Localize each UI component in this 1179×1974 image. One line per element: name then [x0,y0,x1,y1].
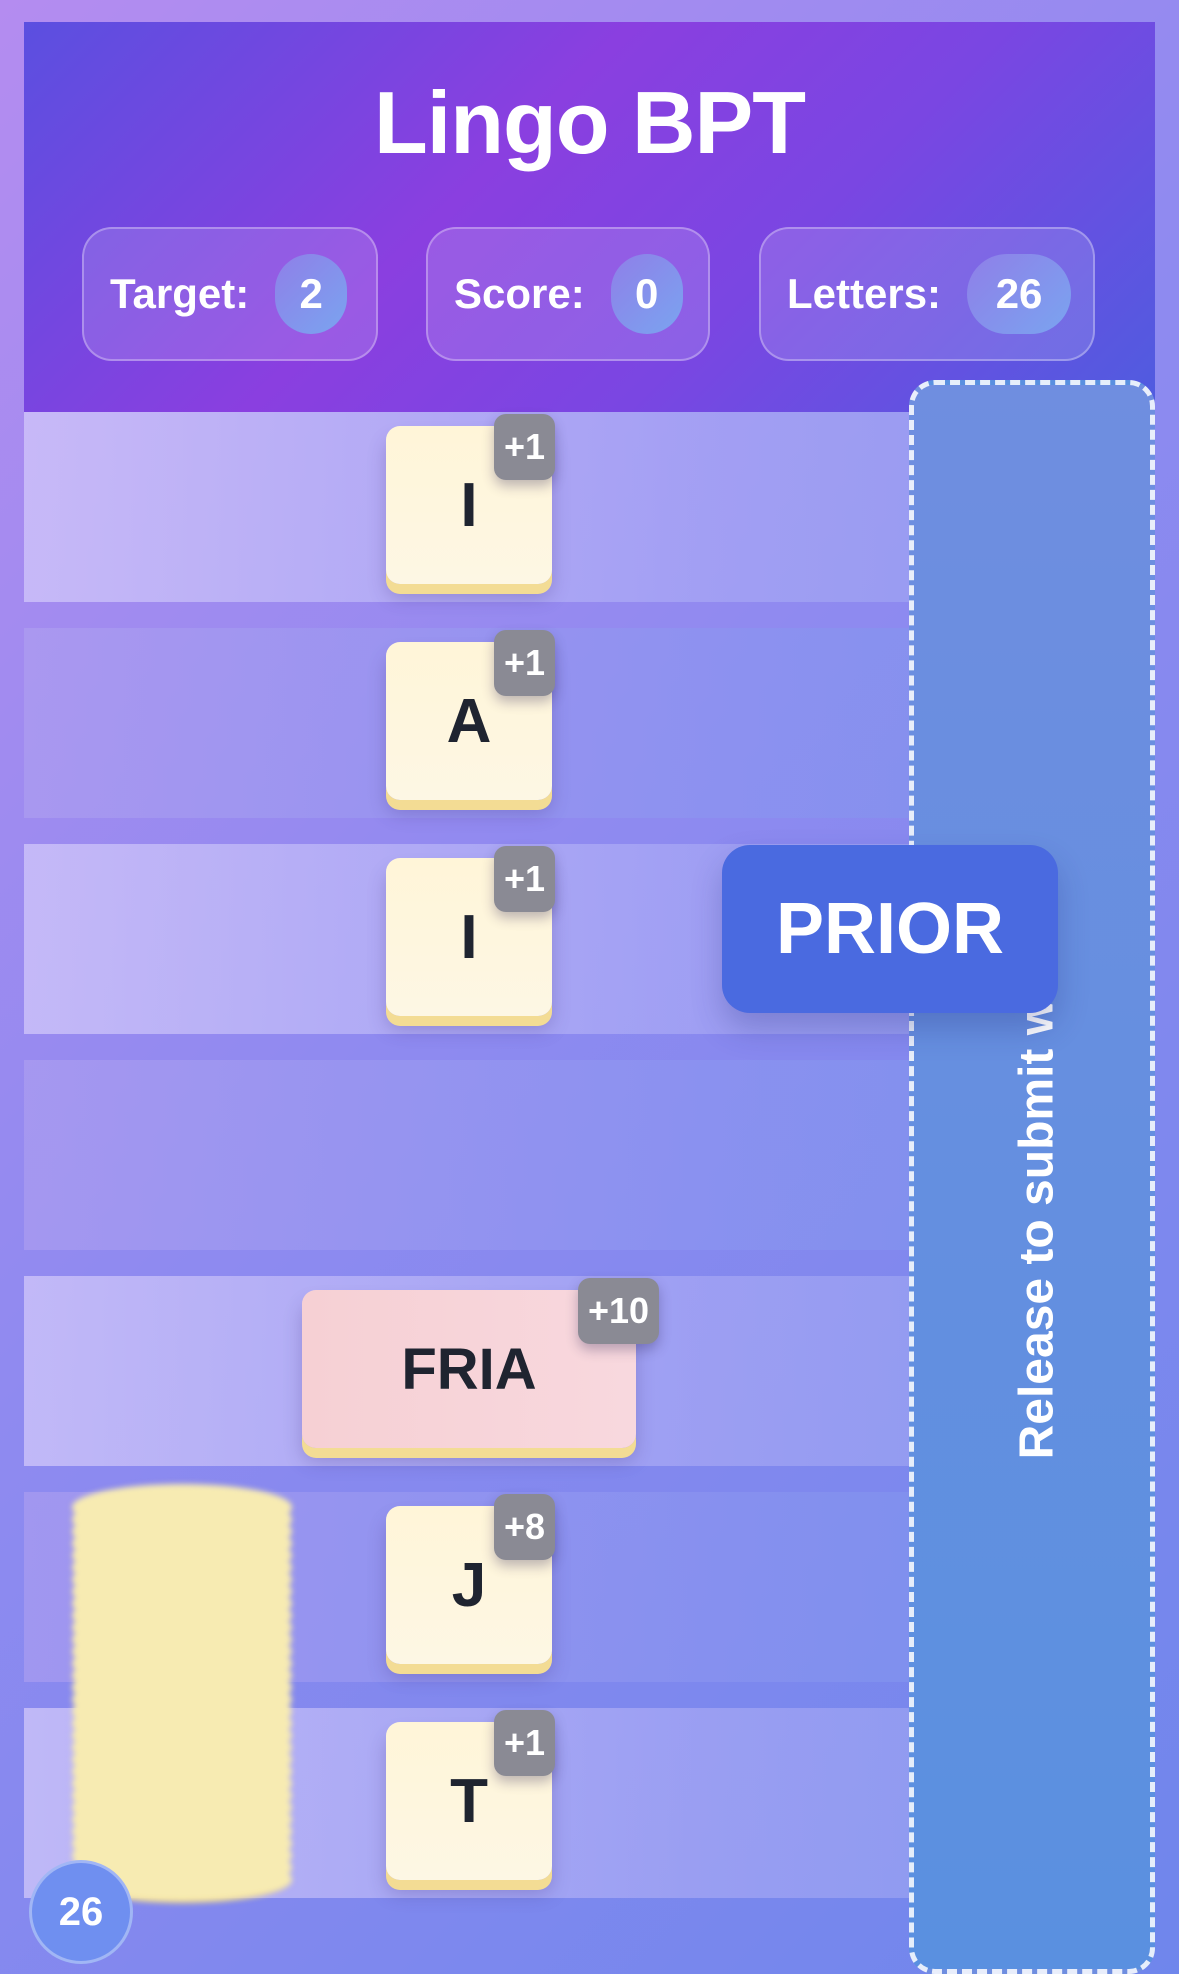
points-badge: +8 [494,1494,556,1560]
letters-stat: Letters: 26 [759,227,1095,361]
letters-badge: 26 [967,254,1072,334]
deck-count-badge: 26 [29,1860,133,1964]
header: Lingo BPT Target: 2 Score: 0 Letters: 26 [24,22,1155,412]
dragged-word-tile[interactable]: PRIOR [722,845,1058,1013]
points-badge: +1 [494,630,556,696]
game-frame: Lingo BPT Target: 2 Score: 0 Letters: 26… [24,22,1155,1974]
score-badge: 0 [610,254,683,334]
target-stat: Target: 2 [82,227,378,361]
target-badge: 2 [275,254,348,334]
score-stat: Score: 0 [426,227,710,361]
points-badge: +1 [494,1710,556,1776]
submit-drop-zone[interactable]: Release to submit word [909,380,1155,1974]
page-title: Lingo BPT [374,73,806,172]
score-label: Score: [454,270,585,317]
tile-deck-stack[interactable] [72,1484,292,1914]
target-label: Target: [110,270,250,317]
points-badge: +1 [494,846,556,912]
points-badge: +1 [494,414,556,480]
letters-label: Letters: [787,270,942,317]
points-badge: +10 [578,1278,660,1344]
